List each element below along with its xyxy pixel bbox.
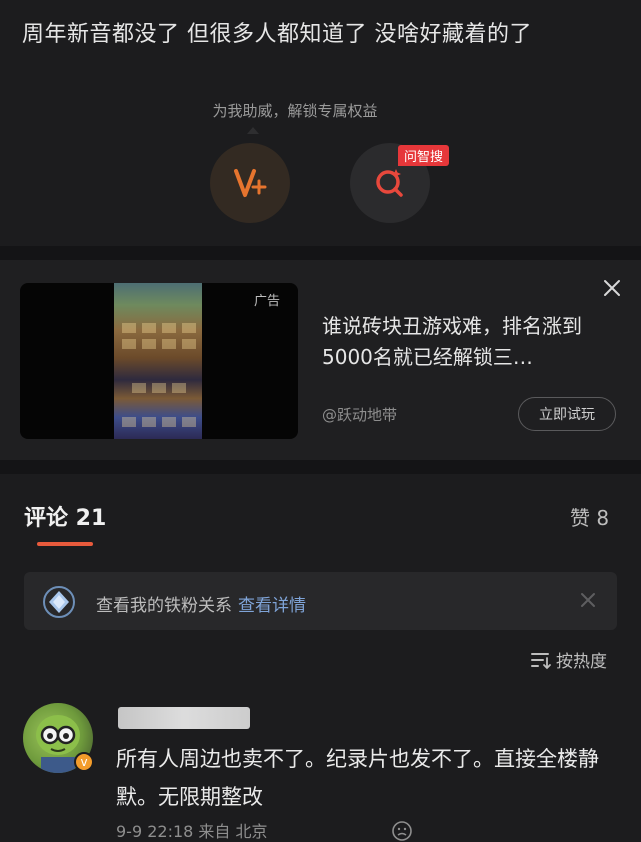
section-divider — [0, 246, 641, 260]
sort-icon — [531, 652, 551, 669]
v-plus-icon — [234, 169, 267, 197]
game-screenshot — [114, 283, 202, 439]
tab-comments[interactable]: 评论 21 — [24, 500, 106, 532]
verified-badge: v — [74, 752, 94, 772]
section-divider — [0, 460, 641, 474]
boost-v-button[interactable] — [210, 143, 290, 223]
fan-relation-link[interactable]: 查看详情 — [238, 596, 306, 616]
ad-label: 广告 — [254, 294, 281, 309]
emoji-reaction-icon[interactable] — [391, 820, 413, 842]
tab-active-indicator — [37, 542, 93, 546]
try-now-button[interactable]: 立即试玩 — [518, 397, 616, 431]
ai-search-icon — [376, 169, 403, 197]
close-icon[interactable] — [578, 590, 598, 610]
post-text: 周年新音都没了 但很多人都知道了 没啥好藏着的了 — [22, 22, 532, 47]
ad-source[interactable]: @跃动地带 — [322, 404, 397, 425]
ask-badge: 问智搜 — [398, 145, 450, 166]
sort-label: 按热度 — [556, 652, 607, 672]
tab-likes[interactable]: 赞 8 — [570, 502, 609, 531]
ad-title[interactable]: 谁说砖块丑游戏难，排名涨到5000名就已经解锁三… — [322, 311, 622, 373]
sort-by-hot-button[interactable]: 按热度 — [530, 647, 607, 672]
comment-meta: 9-9 22:18 来自 北京 — [116, 822, 268, 841]
close-icon[interactable] — [600, 276, 624, 300]
comment-text: 所有人周边也卖不了。纪录片也发不了。直接全楼静默。无限期整改 — [116, 747, 599, 809]
boost-tip-arrow — [247, 127, 259, 134]
boost-tip: 为我助威，解锁专属权益 — [212, 102, 378, 120]
fan-badge-icon — [43, 586, 75, 618]
username-redacted[interactable] — [118, 707, 250, 729]
fan-relation-label: 查看我的铁粉关系 — [96, 596, 232, 616]
fan-relation-text: 查看我的铁粉关系 查看详情 — [96, 591, 306, 616]
